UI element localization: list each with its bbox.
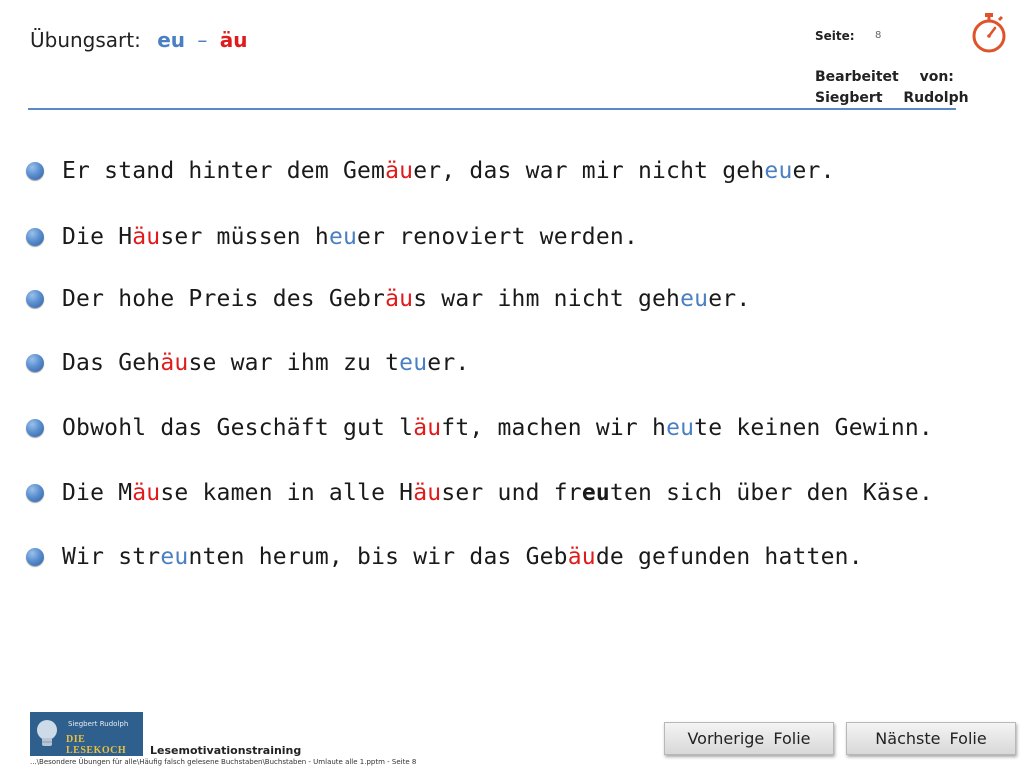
sentence-item: Die Häuser müssen heuer renoviert werden… bbox=[26, 222, 638, 252]
sentence-segment: de gefunden hatten. bbox=[595, 544, 863, 570]
logo-author: Siegbert Rudolph bbox=[68, 720, 129, 728]
highlighted-letters: äu bbox=[160, 350, 189, 376]
footer-path: ...\Besondere Übungen für alle\Häufig fa… bbox=[30, 758, 417, 766]
highlighted-letters: eu bbox=[581, 480, 610, 506]
exercise-aeu: äu bbox=[219, 28, 248, 52]
logo-brand: DIE LESEKOCH bbox=[66, 734, 127, 756]
highlighted-letters: eu bbox=[328, 224, 358, 250]
stopwatch-icon[interactable] bbox=[970, 12, 1008, 54]
author-line-1: Bearbeitet von: bbox=[815, 69, 954, 85]
exercise-eu: eu bbox=[157, 28, 186, 52]
sentence-item: Das Gehäuse war ihm zu teuer. bbox=[26, 348, 469, 378]
sentence-segment: Obwohl das Geschäft gut l bbox=[62, 415, 414, 441]
sentence-text: Der hohe Preis des Gebräus war ihm nicht… bbox=[62, 286, 750, 312]
sentence-text: Wir streunten herum, bis wir das Gebäude… bbox=[62, 544, 863, 570]
highlighted-letters: eu bbox=[160, 544, 189, 570]
sentence-text: Obwohl das Geschäft gut läuft, machen wi… bbox=[62, 415, 933, 441]
page-label: Seite: bbox=[815, 29, 855, 43]
sentence-text: Er stand hinter dem Gemäuer, das war mir… bbox=[62, 158, 835, 184]
sentence-segment: se war ihm zu t bbox=[188, 350, 400, 376]
sentence-segment: ser müssen h bbox=[160, 224, 329, 250]
bullet-icon bbox=[26, 419, 44, 437]
sentence-segment: ft, machen wir h bbox=[441, 415, 667, 441]
highlighted-letters: äu bbox=[413, 415, 442, 441]
sentence-segment: te keinen Gewinn. bbox=[694, 415, 933, 441]
page-number: 8 bbox=[875, 30, 882, 41]
sentence-segment: Er stand hinter dem Gem bbox=[62, 158, 386, 184]
sentence-segment: Der hohe Preis des Gebr bbox=[62, 286, 386, 312]
sentence-segment: er. bbox=[427, 350, 470, 376]
bullet-icon bbox=[26, 484, 44, 502]
author-line-2: Siegbert Rudolph bbox=[815, 90, 969, 106]
sentence-segment: s war ihm nicht geh bbox=[413, 286, 681, 312]
header-divider bbox=[28, 108, 956, 110]
highlighted-letters: eu bbox=[764, 158, 793, 184]
highlighted-letters: eu bbox=[399, 350, 428, 376]
highlighted-letters: äu bbox=[385, 158, 414, 184]
bullet-icon bbox=[26, 354, 44, 372]
sentence-item: Der hohe Preis des Gebräus war ihm nicht… bbox=[26, 284, 750, 314]
sentence-text: Die Häuser müssen heuer renoviert werden… bbox=[62, 224, 638, 250]
highlighted-letters: äu bbox=[132, 224, 161, 250]
sentence-segment: er renoviert werden. bbox=[357, 224, 638, 250]
author-info: Bearbeitet von: Siegbert Rudolph bbox=[815, 67, 969, 109]
previous-slide-button[interactable]: Vorherige Folie bbox=[664, 722, 834, 755]
sentence-segment: Das Geh bbox=[62, 350, 161, 376]
highlighted-letters: eu bbox=[680, 286, 709, 312]
footer-title: Lesemotivationstraining bbox=[150, 744, 302, 757]
next-slide-button[interactable]: Nächste Folie bbox=[846, 722, 1016, 755]
sentence-item: Wir streunten herum, bis wir das Gebäude… bbox=[26, 542, 863, 572]
sentence-segment: nten herum, bis wir das Geb bbox=[188, 544, 568, 570]
bullet-icon bbox=[26, 228, 44, 246]
sentence-item: Die Mäuse kamen in alle Häuser und freut… bbox=[26, 478, 933, 508]
highlighted-letters: äu bbox=[413, 480, 442, 506]
sentence-segment: er. bbox=[708, 286, 751, 312]
highlighted-letters: eu bbox=[666, 415, 695, 441]
sentence-segment: ten sich über den Käse. bbox=[609, 480, 934, 506]
bullet-icon bbox=[26, 548, 44, 566]
sentence-segment: Wir str bbox=[62, 544, 161, 570]
lesekoch-logo: Siegbert Rudolph DIE LESEKOCH bbox=[30, 712, 143, 756]
sentence-segment: se kamen in alle H bbox=[160, 480, 414, 506]
sentence-text: Das Gehäuse war ihm zu teuer. bbox=[62, 350, 469, 376]
sentence-segment: Die M bbox=[62, 480, 133, 506]
sentence-segment: er. bbox=[792, 158, 835, 184]
bullet-icon bbox=[26, 290, 44, 308]
highlighted-letters: äu bbox=[567, 544, 596, 570]
sentence-item: Obwohl das Geschäft gut läuft, machen wi… bbox=[26, 413, 933, 443]
exercise-dash: – bbox=[197, 28, 208, 52]
highlighted-letters: äu bbox=[132, 480, 161, 506]
exercise-type-label: Übungsart: bbox=[30, 28, 141, 52]
sentence-segment: ser und fr bbox=[441, 480, 582, 506]
lightbulb-icon bbox=[37, 720, 57, 746]
sentence-text: Die Mäuse kamen in alle Häuser und freut… bbox=[62, 480, 933, 506]
sentence-segment: Die H bbox=[62, 224, 133, 250]
highlighted-letters: äu bbox=[385, 286, 414, 312]
sentence-segment: er, das war mir nicht geh bbox=[413, 158, 765, 184]
sentence-item: Er stand hinter dem Gemäuer, das war mir… bbox=[26, 156, 835, 186]
header-title: Übungsart: eu – äu bbox=[30, 28, 247, 52]
bullet-icon bbox=[26, 162, 44, 180]
